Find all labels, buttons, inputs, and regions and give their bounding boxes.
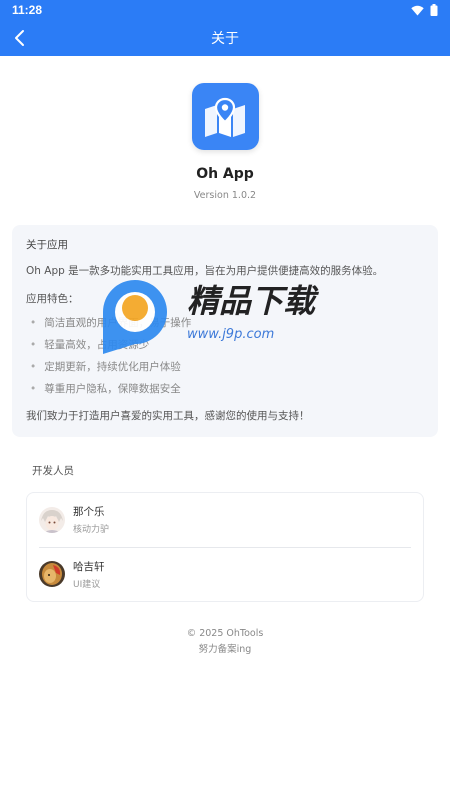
feature-item: 轻量高效，占用资源少 [26,334,424,356]
developer-role: UI建议 [73,579,101,590]
developers-section: 开发人员 那个乐 核动力驴 哈吉轩 UI建议 [0,463,450,602]
feature-item: 简洁直观的用户界面，易于操作 [26,312,424,334]
battery-icon [430,4,438,16]
about-description: Oh App 是一款多功能实用工具应用，旨在为用户提供便捷高效的服务体验。 [26,265,384,277]
back-button[interactable] [8,26,32,50]
status-bar: 11:28 [0,0,450,20]
chevron-left-icon [15,30,24,46]
app-bar: 关于 [0,20,450,56]
features-title: 应用特色： [26,292,79,305]
developer-item[interactable]: 哈吉轩 UI建议 [39,546,411,601]
map-icon [205,97,245,137]
app-logo [191,83,259,150]
app-header: Oh App Version 1.0.2 [0,56,450,201]
developer-item[interactable]: 那个乐 核动力驴 [39,493,411,547]
about-title: 关于应用 [26,239,68,251]
footer: © 2025 OhTools 努力备案ing [0,626,450,658]
about-card: 关于应用 Oh App 是一款多功能实用工具应用，旨在为用户提供便捷高效的服务体… [12,225,438,437]
feature-item: 尊重用户隐私，保障数据安全 [26,378,424,400]
developer-name: 哈吉轩 [73,560,105,573]
status-time: 11:28 [12,3,43,17]
app-name: Oh App [196,166,254,182]
developer-role: 核动力驴 [73,525,110,536]
developers-card: 那个乐 核动力驴 哈吉轩 UI建议 [26,491,424,602]
icp-text: 努力备案ing [198,643,252,655]
wifi-icon [411,5,424,15]
developer-name: 那个乐 [73,506,105,519]
page-title: 关于 [211,31,239,47]
developers-title: 开发人员 [32,464,74,477]
feature-list: 简洁直观的用户界面，易于操作 轻量高效，占用资源少 定期更新，持续优化用户体验 … [26,312,424,400]
copyright-text: © 2025 OhTools [186,627,264,639]
closing-text: 我们致力于打造用户喜爱的实用工具，感谢您的使用与支持！ [26,409,310,422]
avatar [39,506,65,533]
feature-item: 定期更新，持续优化用户体验 [26,356,424,378]
status-icons [411,4,438,16]
avatar [39,561,65,588]
app-version: Version 1.0.2 [193,190,257,201]
